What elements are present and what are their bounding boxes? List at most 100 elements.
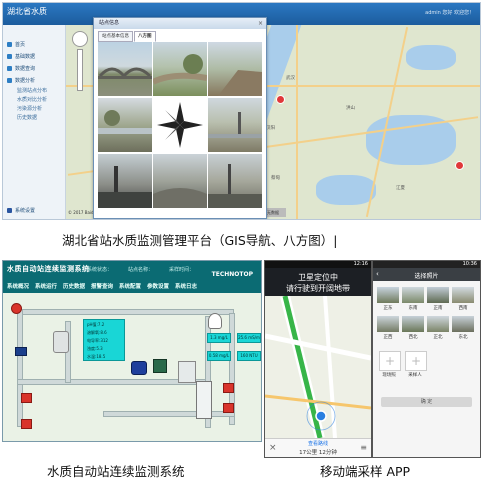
photo-label: 正东 bbox=[383, 306, 393, 311]
map-label: 洪山 bbox=[346, 106, 355, 111]
caption-gis: 湖北省站水质监测管理平台（GIS导航、八方图）| bbox=[62, 233, 338, 248]
flask-icon bbox=[208, 313, 222, 329]
sidebar-item-query[interactable]: 数据查询 bbox=[3, 63, 65, 74]
photo-southeast[interactable] bbox=[208, 154, 262, 208]
sidebar-item-settings[interactable]: 系统设置 bbox=[3, 205, 65, 216]
sidebar-item-base-data[interactable]: 基础数据 bbox=[3, 51, 65, 62]
photo-label: 西北 bbox=[408, 335, 418, 340]
nav-item[interactable]: 报警查询 bbox=[91, 282, 113, 290]
reading: 溶解氧:8.6 bbox=[87, 330, 107, 335]
search-icon bbox=[7, 66, 12, 71]
route-link[interactable]: 查看路线 bbox=[265, 440, 371, 447]
station-marker[interactable] bbox=[455, 161, 464, 170]
header-title: 选择照片 bbox=[414, 273, 439, 280]
status-bar: 12:16 bbox=[265, 261, 371, 268]
photo-label: 采样人 bbox=[408, 373, 422, 378]
photo-west[interactable] bbox=[98, 98, 152, 152]
header-field: 系统状态： bbox=[87, 267, 113, 273]
sidebar-subitem[interactable]: 历史数据 bbox=[17, 114, 37, 121]
value-box: 0.58 mg/L bbox=[207, 351, 231, 361]
header-field: 采样时间： bbox=[169, 267, 195, 273]
reading: pH值:7.2 bbox=[87, 322, 105, 327]
add-photo-button[interactable]: + bbox=[379, 351, 401, 371]
map-label: 蔡甸 bbox=[271, 176, 280, 181]
nav-item[interactable]: 参数设置 bbox=[147, 282, 169, 290]
compass-rose bbox=[153, 98, 207, 152]
sampler-icon[interactable] bbox=[131, 361, 147, 375]
nav-item[interactable]: 历史数据 bbox=[63, 282, 85, 290]
valve-icon[interactable] bbox=[223, 403, 234, 413]
sidebar-item-home[interactable]: 首页 bbox=[3, 39, 65, 50]
reading: 浊度:5.3 bbox=[87, 346, 103, 351]
sidebar-item-label: 系统设置 bbox=[15, 208, 36, 214]
close-icon[interactable]: × bbox=[269, 443, 277, 453]
navigation-map[interactable] bbox=[265, 296, 371, 438]
sidebar-item-label: 数据分析 bbox=[15, 78, 36, 84]
auto-header: 水质自动站连续监测系统 系统状态： 站点名称： 采样时间： 系统概况 系统运行 … bbox=[3, 261, 261, 293]
photo-label: 东南 bbox=[408, 306, 418, 311]
pump-icon[interactable] bbox=[11, 303, 22, 314]
photo-thumb[interactable] bbox=[427, 287, 449, 303]
photo-northwest[interactable] bbox=[98, 42, 152, 96]
valve-icon[interactable] bbox=[223, 383, 234, 393]
sidebar-item-analysis[interactable]: 数据分析 bbox=[3, 75, 65, 86]
pump-icon[interactable] bbox=[153, 359, 167, 373]
photo-north[interactable] bbox=[153, 42, 207, 96]
photo-thumb[interactable] bbox=[377, 287, 399, 303]
sidebar-item-label: 数据查询 bbox=[15, 66, 36, 72]
valve-icon[interactable] bbox=[21, 393, 32, 403]
photo-southwest[interactable] bbox=[98, 154, 152, 208]
map-pan-control[interactable] bbox=[72, 31, 88, 47]
settling-tank bbox=[196, 381, 212, 419]
reagent-tank bbox=[178, 361, 196, 383]
station-marker[interactable] bbox=[276, 95, 285, 104]
tab-eight-direction[interactable]: 八方图 bbox=[134, 31, 156, 42]
dialog-title-bar: 站点信息 bbox=[94, 18, 266, 29]
sidebar-item-label: 首页 bbox=[15, 42, 26, 48]
photo-thumb[interactable] bbox=[452, 316, 474, 332]
gis-sidebar: 首页 基础数据 数据查询 数据分析 监测站点分布 水质对比分析 污染源分析 历史… bbox=[3, 25, 66, 219]
photo-east[interactable] bbox=[208, 98, 262, 152]
sidebar-subitem[interactable]: 水质对比分析 bbox=[17, 96, 47, 103]
sidebar-subitem[interactable]: 污染源分析 bbox=[17, 105, 42, 112]
close-icon[interactable]: × bbox=[257, 20, 264, 27]
sidebar-item-label: 基础数据 bbox=[15, 54, 36, 60]
nav-item[interactable]: 系统配置 bbox=[119, 282, 141, 290]
pipe bbox=[17, 309, 234, 315]
analyzer-readout: pH值:7.2 溶解氧:8.6 电导率:312 浊度:5.3 水温:18.5 bbox=[83, 319, 125, 361]
tab-station-info[interactable]: 站点基本信息 bbox=[98, 31, 133, 42]
photo-thumb[interactable] bbox=[402, 316, 424, 332]
photo-south[interactable] bbox=[153, 154, 207, 208]
map-zoom-slider[interactable] bbox=[77, 49, 83, 91]
reading: 电导率:312 bbox=[87, 338, 108, 343]
lake bbox=[406, 45, 456, 70]
photo-northeast[interactable] bbox=[208, 42, 262, 96]
value-box: 1.3 mg/L bbox=[207, 333, 231, 343]
home-icon bbox=[7, 42, 12, 47]
filter-tank[interactable] bbox=[53, 331, 69, 353]
nav-item[interactable]: 系统运行 bbox=[35, 282, 57, 290]
add-photo-button[interactable]: + bbox=[405, 351, 427, 371]
lake bbox=[316, 175, 376, 205]
route-summary: 17公里 12分钟 bbox=[299, 450, 337, 456]
photo-label: 正南 bbox=[433, 306, 443, 311]
nav-item[interactable]: 系统日志 bbox=[175, 282, 197, 290]
photo-thumb[interactable] bbox=[427, 316, 449, 332]
caption-mobile-app: 移动端采样 APP bbox=[320, 464, 411, 479]
pipe bbox=[17, 309, 23, 427]
photo-thumb[interactable] bbox=[452, 287, 474, 303]
photo-header: ‹ 选择照片 bbox=[373, 268, 480, 281]
confirm-button[interactable]: 确 定 bbox=[381, 397, 472, 407]
photo-thumb[interactable] bbox=[402, 287, 424, 303]
map-label: 江夏 bbox=[396, 186, 405, 191]
gis-platform-screenshot: 湖北省水质 admin 您好 欢迎您！ 首页 基础数据 数据查询 数据分析 监测… bbox=[2, 2, 481, 220]
valve-icon[interactable] bbox=[21, 419, 32, 429]
photo-label: 现场照 bbox=[382, 373, 396, 378]
sidebar-subitem[interactable]: 监测站点分布 bbox=[17, 87, 47, 94]
nav-item[interactable]: 系统概况 bbox=[7, 282, 29, 290]
pump-icon[interactable] bbox=[15, 347, 27, 356]
company-logo: TECHNOTOP bbox=[211, 271, 253, 278]
route-bar[interactable]: 查看路线 17公里 12分钟 × ≡ bbox=[265, 438, 371, 457]
photo-thumb[interactable] bbox=[377, 316, 399, 332]
menu-icon[interactable]: ≡ bbox=[360, 443, 367, 452]
